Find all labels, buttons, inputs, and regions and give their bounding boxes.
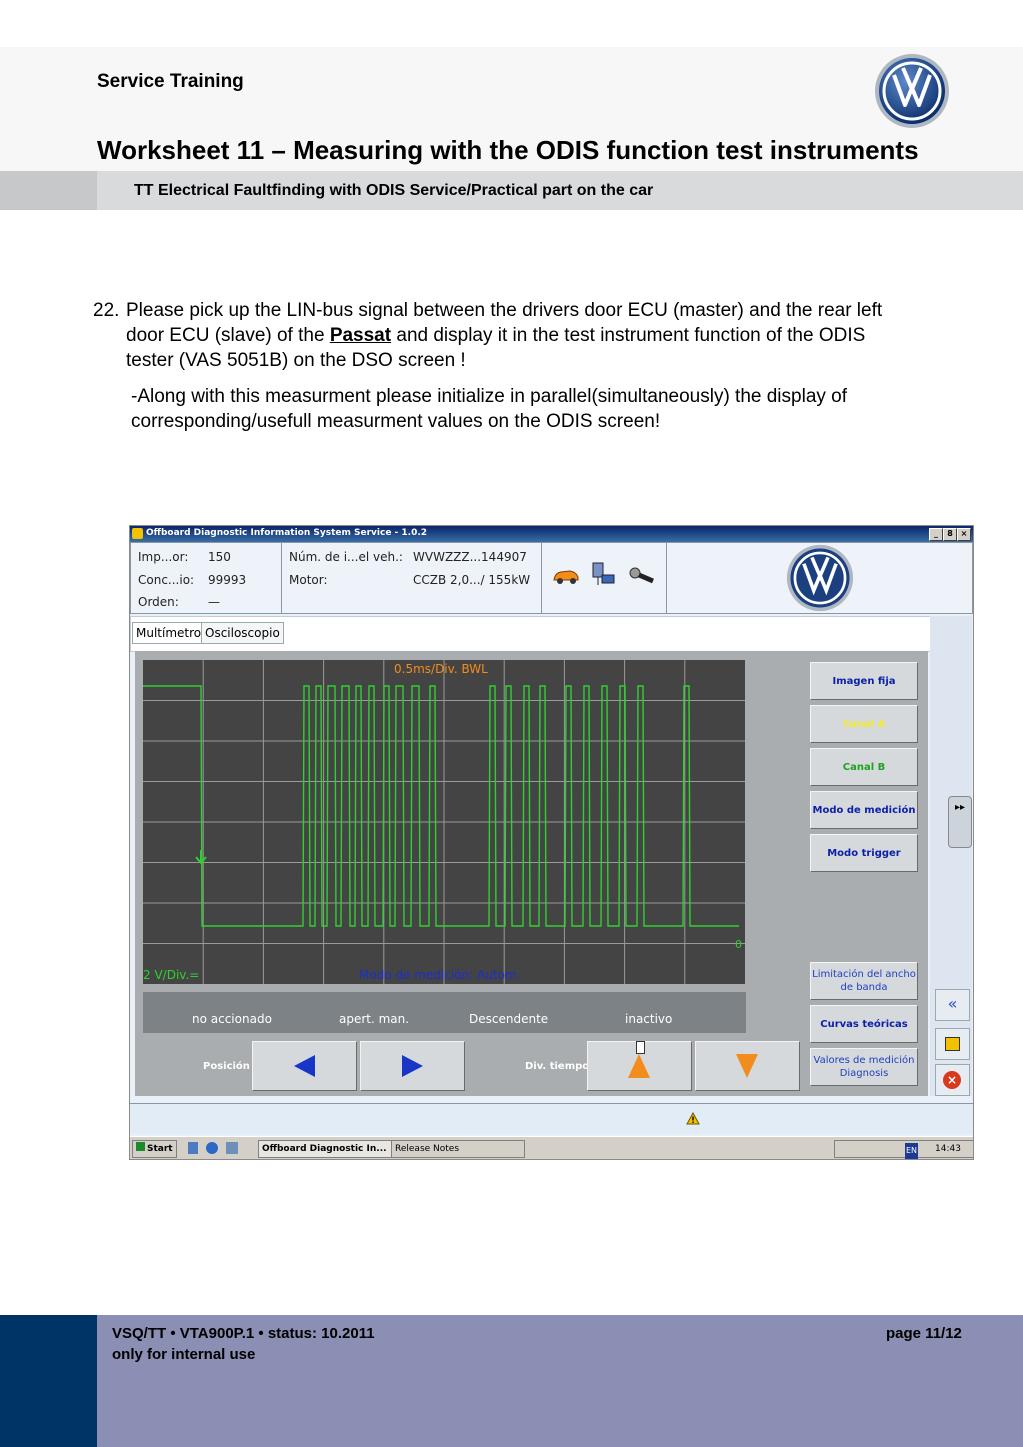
passat-link[interactable]: Passat	[330, 325, 391, 346]
clock: 14:43	[935, 1144, 961, 1154]
start-label: Start	[147, 1144, 173, 1154]
vehicle-info-panel: Núm. de i...el veh.: WVWZZZ...144907 Mot…	[281, 542, 542, 614]
time-div-down-button[interactable]	[695, 1041, 800, 1091]
tab-oscilloscope[interactable]: Osciloscopio	[201, 622, 284, 644]
task-number: 22.	[93, 300, 120, 321]
worksheet-title: Worksheet 11 – Measuring with the ODIS f…	[97, 135, 919, 165]
task-release-notes-label: Release Notes	[395, 1144, 460, 1154]
importer-value: 150	[208, 550, 231, 564]
trigger-mode-button[interactable]: Modo trigger	[810, 834, 918, 872]
connection-icons-panel	[541, 542, 667, 614]
task-line-2-pre: door ECU (slave) of the	[126, 325, 330, 346]
task-line-2: door ECU (slave) of the Passat and displ…	[126, 323, 865, 348]
position-label: Posición	[203, 1061, 250, 1072]
exit-icon[interactable]: ×	[935, 1064, 970, 1096]
oscilloscope-display	[143, 660, 745, 984]
close-button[interactable]: ×	[957, 528, 971, 541]
engine-value: CCZB 2,0.../ 155kW	[413, 573, 531, 587]
network-icon[interactable]	[590, 561, 618, 589]
channel-a-button[interactable]: Canal A	[810, 705, 918, 743]
system-tray: EN 14:43	[834, 1140, 973, 1159]
diagnosis-values-button[interactable]: Valores de medición Diagnosis	[810, 1048, 918, 1086]
screenshot-icon[interactable]	[935, 1028, 970, 1060]
status-1: no accionado	[192, 1012, 272, 1026]
task-odis[interactable]: Offboard Diagnostic In...	[258, 1140, 392, 1158]
footer-doc-info: VSQ/TT • VTA900P.1 • status: 10.2011	[112, 1325, 375, 1342]
odis-screenshot: Offboard Diagnostic Information System S…	[129, 525, 974, 1160]
footer-internal-use: only for internal use	[112, 1346, 256, 1363]
task-odis-label: Offboard Diagnostic In...	[262, 1144, 387, 1154]
side-column	[930, 616, 972, 1096]
service-training-label: Service Training	[97, 71, 244, 92]
start-button[interactable]: Start	[132, 1140, 177, 1158]
brand-panel	[666, 542, 973, 614]
message-bar	[130, 1103, 973, 1134]
vw-logo	[875, 54, 949, 128]
windows-taskbar: Start Offboard Diagnostic In... Release …	[130, 1136, 973, 1159]
engine-label: Motor:	[289, 573, 328, 587]
vin-value: WVWZZZ...144907	[413, 550, 527, 564]
vw-logo-small	[786, 544, 854, 612]
dealer-value: 99993	[208, 573, 247, 587]
position-right-button[interactable]	[360, 1041, 465, 1091]
back-icon[interactable]: «	[935, 989, 970, 1021]
vin-label: Núm. de i...el veh.:	[289, 550, 403, 564]
maximize-button[interactable]: 8	[943, 528, 957, 541]
arrow-right-icon	[402, 1055, 423, 1077]
car-icon[interactable]	[552, 567, 580, 585]
measurement-mode-button[interactable]: Modo de medición	[810, 791, 918, 829]
tab-multimeter[interactable]: Multímetro	[132, 622, 206, 644]
order-info-panel: Imp...or: 150 Conc...io: 99993 Orden: —	[130, 542, 282, 614]
footer-page-number: page 11/12	[886, 1325, 962, 1342]
task-release-notes[interactable]: Release Notes	[391, 1140, 525, 1158]
freeze-image-button[interactable]: Imagen fija	[810, 662, 918, 700]
importer-label: Imp...or:	[138, 550, 189, 564]
browser-icon[interactable]	[206, 1142, 218, 1154]
collapse-handle[interactable]: ▸▸	[948, 796, 972, 848]
footer-left-band	[0, 1315, 97, 1447]
language-indicator[interactable]: EN	[905, 1143, 919, 1159]
settings-icon[interactable]	[226, 1142, 238, 1154]
order-value: —	[208, 595, 220, 609]
note-line-1: -Along with this measurment please initi…	[131, 386, 848, 407]
status-2: apert. man.	[339, 1012, 410, 1026]
task-line-3: tester (VAS 5051B) on the DSO screen !	[126, 350, 466, 371]
time-div-cursor	[636, 1041, 645, 1054]
status-3: Descendente	[469, 1012, 549, 1026]
app-icon	[132, 528, 143, 539]
voltage-label: 2 V/Div.=	[143, 968, 200, 982]
order-label: Orden:	[138, 595, 179, 609]
timebase-label: 0.5ms/Div. BWL	[394, 662, 488, 676]
lin-signal-trace	[143, 685, 739, 927]
trigger-arrow-icon	[195, 850, 207, 865]
nominal-curves-button[interactable]: Curvas teóricas	[810, 1005, 918, 1043]
time-div-label: Div. tiempo	[525, 1061, 590, 1072]
task-line-1: Please pick up the LIN-bus signal betwee…	[126, 300, 883, 321]
status-4: inactivo	[625, 1012, 673, 1026]
channel-b-button[interactable]: Canal B	[810, 748, 918, 786]
measurement-mode-label: Modo de medición: Autom.	[359, 968, 521, 982]
course-subtitle: TT Electrical Faultfinding with ODIS Ser…	[134, 182, 654, 199]
arrow-left-icon	[294, 1055, 315, 1077]
position-left-button[interactable]	[252, 1041, 357, 1091]
window-titlebar: Offboard Diagnostic Information System S…	[130, 526, 973, 542]
minimize-button[interactable]: _	[929, 528, 943, 541]
window-title: Offboard Diagnostic Information System S…	[146, 528, 428, 538]
key-icon[interactable]	[628, 565, 656, 585]
arrow-down-icon	[736, 1054, 758, 1078]
bandwidth-limit-button[interactable]: Limitación del ancho de banda	[810, 962, 918, 1000]
note-line-2: corresponding/usefull measurment values …	[131, 411, 661, 432]
warning-icon[interactable]	[686, 1112, 700, 1125]
dealer-label: Conc...io:	[138, 573, 195, 587]
desktop-icon[interactable]	[188, 1142, 198, 1154]
zero-marker: 0	[735, 938, 742, 951]
task-line-2-post: and display it in the test instrument fu…	[391, 325, 866, 346]
